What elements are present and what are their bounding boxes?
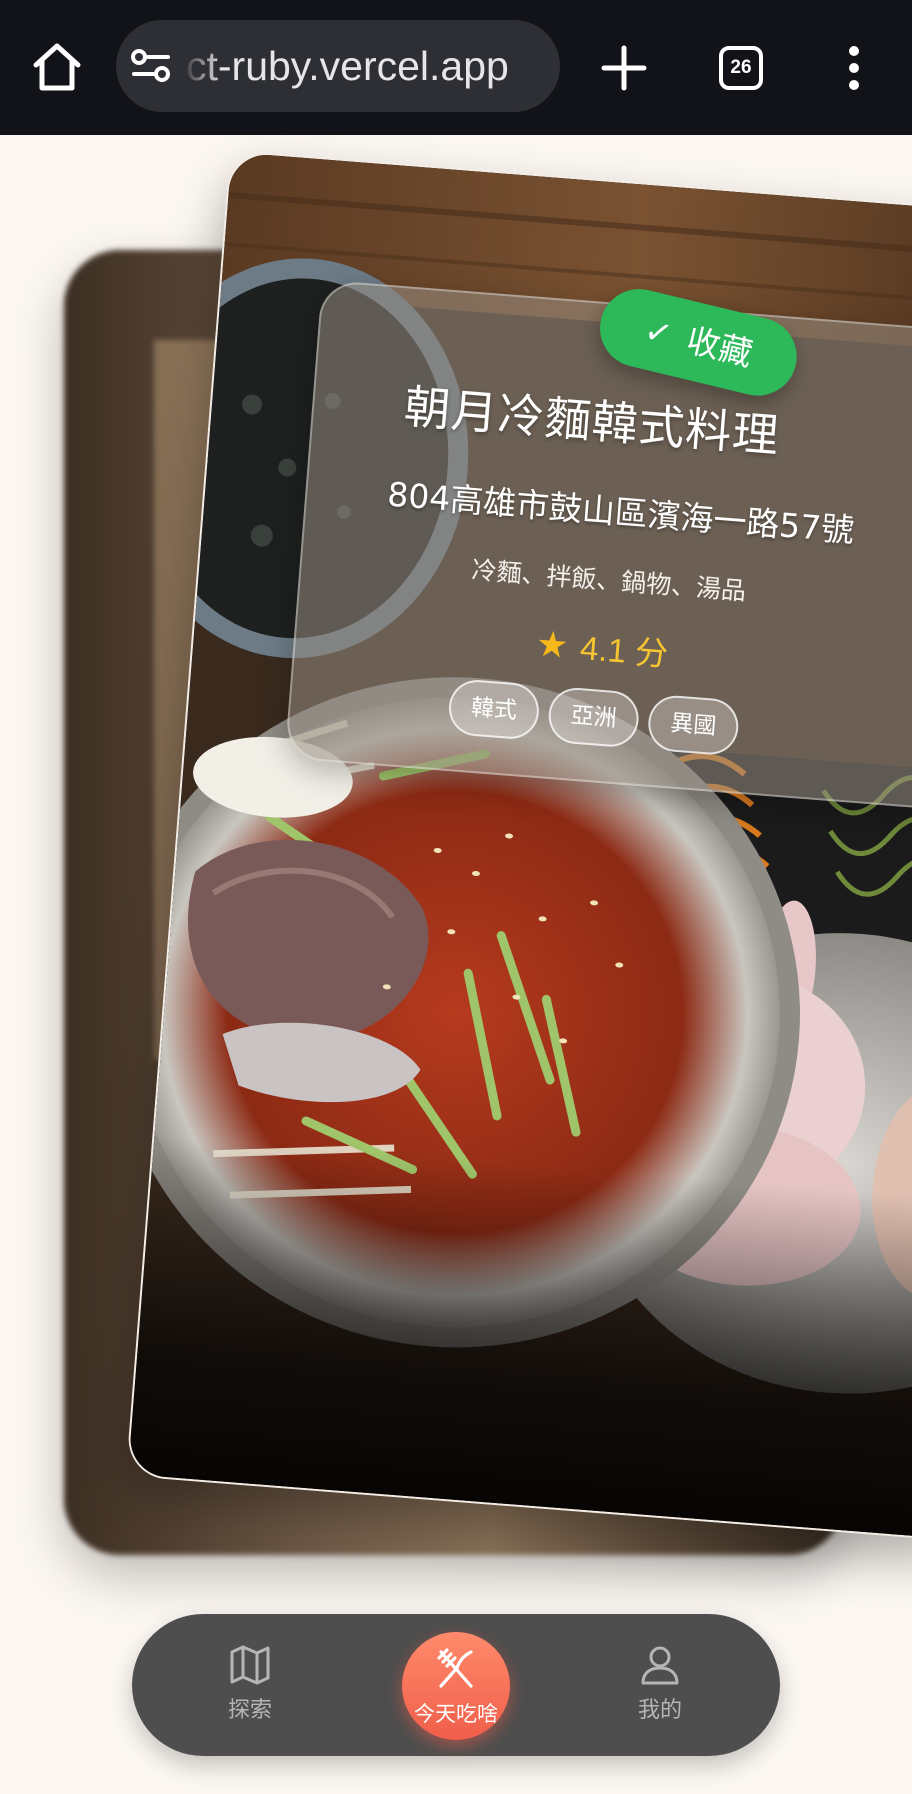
restaurant-menu-items: 冷麵、拌飯、鍋物、湯品 <box>470 555 748 606</box>
check-icon: ✓ <box>640 310 677 355</box>
nav-item-explore[interactable]: 探索 <box>195 1644 305 1734</box>
restaurant-rating: ★ 4.1 分 <box>534 618 670 676</box>
nav-label-profile: 我的 <box>637 1698 682 1723</box>
url-text[interactable]: ct-ruby.vercel.app <box>186 42 540 90</box>
bottom-navigation: 探索 今天吃啥 我的 <box>132 1614 780 1756</box>
nav-label-what-to-eat: 今天吃啥 <box>414 1702 498 1726</box>
address-bar[interactable]: ct-ruby.vercel.app <box>116 20 560 112</box>
saved-label: 收藏 <box>683 320 757 374</box>
cuisine-tags: 韓式 亞洲 異國 <box>446 677 741 757</box>
home-icon[interactable] <box>28 38 86 96</box>
cuisine-tag: 亞洲 <box>546 685 641 749</box>
nav-label-explore: 探索 <box>227 1698 272 1723</box>
cuisine-tag: 異國 <box>646 693 741 757</box>
site-settings-icon[interactable] <box>130 46 172 86</box>
url-fade <box>182 20 222 112</box>
rating-value: 4.1 分 <box>578 629 670 673</box>
restaurant-name: 朝月冷麵韓式料理 <box>402 379 782 463</box>
restaurant-info-panel: 朝月冷麵韓式料理 804高雄市鼓山區濱海一路57號 冷麵、拌飯、鍋物、湯品 ★ 4… <box>284 279 912 818</box>
browser-toolbar: ct-ruby.vercel.app 26 <box>0 0 912 135</box>
restaurant-address: 804高雄市鼓山區濱海一路57號 <box>385 474 856 551</box>
cuisine-tag: 韓式 <box>446 677 541 741</box>
nav-item-profile[interactable]: 我的 <box>605 1644 715 1734</box>
nav-item-what-to-eat[interactable]: 今天吃啥 <box>402 1632 510 1740</box>
restaurant-card[interactable]: 朝月冷麵韓式料理 804高雄市鼓山區濱海一路57號 冷麵、拌飯、鍋物、湯品 ★ 4… <box>125 150 912 1542</box>
more-vert-icon[interactable] <box>836 44 872 92</box>
user-icon <box>641 1646 679 1685</box>
tab-switcher-icon[interactable]: 26 <box>719 46 763 90</box>
app-page: ct-ruby.vercel.app 26 朝月冷麵韓式料理 804高雄市鼓山區… <box>0 0 912 1794</box>
plus-icon[interactable] <box>594 38 654 98</box>
map-icon <box>230 1645 270 1685</box>
star-icon: ★ <box>534 622 571 667</box>
utensils-icon <box>437 1648 473 1688</box>
photo-bottom-shade <box>127 1135 912 1539</box>
